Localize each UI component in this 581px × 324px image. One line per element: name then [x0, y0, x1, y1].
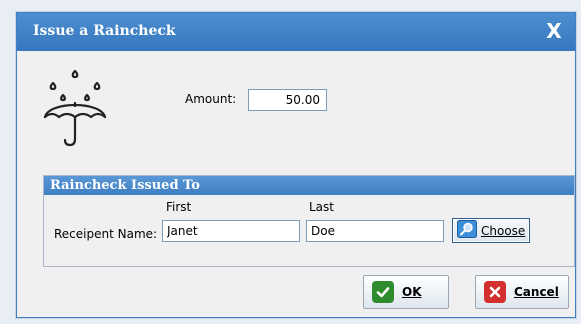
dialog-title: Issue a Raincheck	[33, 23, 176, 39]
close-x-icon	[484, 281, 506, 303]
raincheck-dialog: Issue a Raincheck X Amount: 50.00 Rainch…	[16, 12, 576, 318]
amount-input[interactable]	[248, 89, 327, 111]
last-name-field[interactable]	[306, 220, 444, 242]
close-icon[interactable]: X	[543, 20, 565, 42]
screen-frame: Issue a Raincheck X Amount: 50.00 Rainch…	[0, 0, 581, 324]
amount-label: Amount:	[185, 92, 237, 106]
raincheck-issued-to-group: Raincheck Issued To First Last Receipent…	[43, 175, 575, 267]
group-heading: Raincheck Issued To	[44, 176, 574, 195]
checkmark-icon	[372, 281, 394, 303]
search-magnifier-icon	[457, 220, 477, 241]
recipient-name-label: Receipent Name:	[54, 227, 158, 241]
ok-button-label: OK	[402, 285, 422, 299]
ok-button[interactable]: OK	[363, 275, 449, 309]
umbrella-rain-icon	[41, 67, 111, 149]
choose-button-label: Choose	[481, 223, 526, 238]
cancel-button[interactable]: Cancel	[475, 275, 569, 309]
cancel-button-label: Cancel	[514, 285, 559, 299]
first-column-label: First	[166, 200, 192, 214]
last-column-label: Last	[309, 200, 334, 214]
choose-button[interactable]: Choose	[452, 218, 530, 243]
first-name-field[interactable]	[162, 220, 300, 242]
dialog-titlebar: Issue a Raincheck X	[17, 13, 575, 51]
